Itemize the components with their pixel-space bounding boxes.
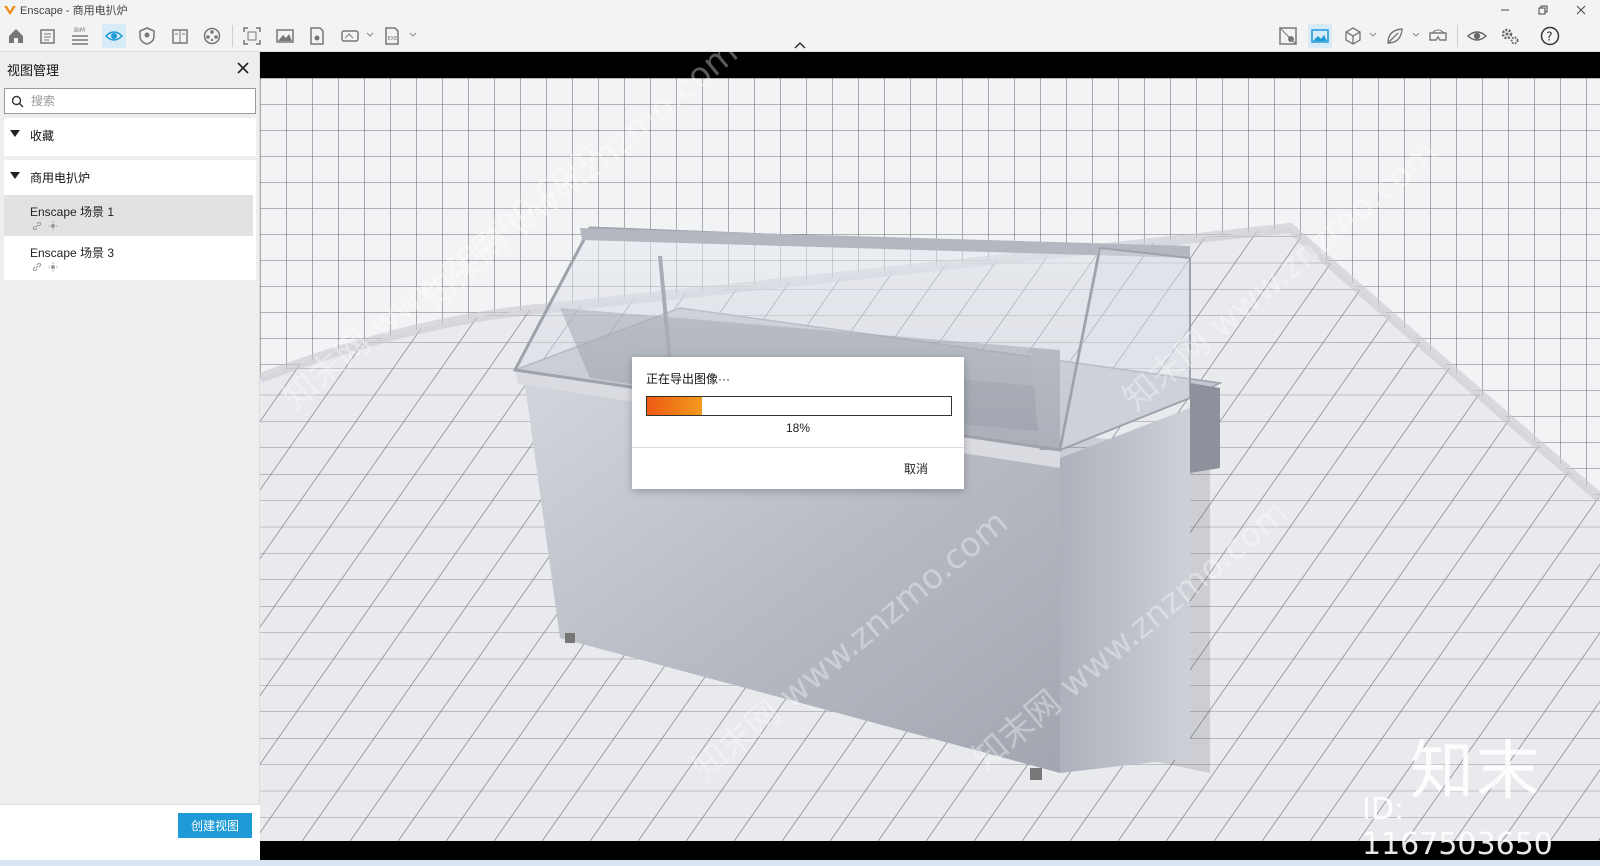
panel-footer: 创建视图 <box>0 804 260 860</box>
toolbar-separator <box>232 25 233 47</box>
minimize-button[interactable] <box>1486 0 1524 19</box>
vr-headset-icon <box>1429 29 1447 41</box>
vr-button[interactable] <box>1426 24 1450 48</box>
close-window-button[interactable] <box>1562 0 1600 19</box>
screenshot-icon <box>243 27 261 45</box>
progress-bar <box>646 396 952 416</box>
toolbar-separator <box>1457 25 1458 47</box>
enscape-logo-icon <box>4 5 16 15</box>
view-item[interactable]: Enscape 场景 3 <box>4 236 253 277</box>
chevron-down-icon[interactable] <box>409 31 417 39</box>
search-box[interactable] <box>4 88 256 114</box>
bim-button[interactable]: BIM <box>68 24 92 48</box>
landscape-icon <box>1311 29 1329 43</box>
view-item[interactable]: Enscape 场景 1 <box>4 195 253 236</box>
export-file-icon <box>310 27 324 45</box>
export-file-button[interactable] <box>305 24 329 48</box>
book-icon <box>172 29 188 44</box>
caret-down-icon <box>10 130 20 137</box>
view-name: Enscape 场景 3 <box>30 246 115 260</box>
help-icon: ? <box>1540 26 1560 46</box>
section-label: 收藏 <box>30 129 55 143</box>
svg-text:EXE: EXE <box>388 36 398 42</box>
chevron-down-icon[interactable] <box>1412 31 1420 39</box>
bottom-strip <box>0 860 1600 866</box>
svg-text:?: ? <box>1546 30 1552 44</box>
panel-header: 视图管理 <box>0 52 260 85</box>
create-view-button[interactable]: 创建视图 <box>178 813 252 838</box>
view-management-panel: 视图管理 收藏 商用电扒炉 Enscape 场景 1 Enscape 场景 3 … <box>0 52 260 860</box>
bim-icon: BIM <box>72 27 88 45</box>
view-name: Enscape 场景 1 <box>30 205 115 219</box>
dialog-title: 正在导出图像··· <box>646 372 730 386</box>
visibility-icon <box>1467 31 1487 41</box>
landscape-button[interactable] <box>1308 24 1332 48</box>
panorama-button[interactable] <box>338 24 362 48</box>
screenshot-button[interactable] <box>240 24 264 48</box>
material-button[interactable] <box>1383 24 1407 48</box>
svg-text:BIM: BIM <box>74 27 85 34</box>
link-icon[interactable] <box>32 221 42 231</box>
search-input[interactable] <box>31 92 251 110</box>
home-button[interactable] <box>4 24 28 48</box>
section-header-project[interactable]: 商用电扒炉 <box>4 160 256 192</box>
reel-icon <box>203 27 221 45</box>
dialog-divider <box>632 447 964 448</box>
image-button[interactable] <box>273 24 297 48</box>
window-title: Enscape - 商用电扒炉 <box>20 4 128 17</box>
section-label: 商用电扒炉 <box>30 171 91 185</box>
help-button[interactable]: ? <box>1538 24 1562 48</box>
link-icon[interactable] <box>32 262 42 272</box>
cancel-button[interactable]: 取消 <box>904 460 928 477</box>
asset-library-button[interactable] <box>1276 24 1300 48</box>
chevron-down-icon[interactable] <box>366 31 374 39</box>
watermark-id: ID: 1167503650 <box>1362 792 1553 862</box>
collapse-toolbar-icon[interactable] <box>793 40 807 50</box>
sun-icon[interactable] <box>48 262 58 272</box>
chevron-down-icon[interactable] <box>1369 31 1377 39</box>
sun-icon[interactable] <box>48 221 58 231</box>
home-icon <box>9 29 23 43</box>
cube-icon <box>1345 27 1361 45</box>
leaf-icon <box>1387 28 1403 44</box>
shield-button[interactable] <box>135 24 159 48</box>
eye-icon <box>105 31 123 41</box>
reel-button[interactable] <box>200 24 224 48</box>
panorama-icon <box>341 30 359 42</box>
restore-button[interactable] <box>1524 0 1562 19</box>
title-bar: Enscape - 商用电扒炉 <box>0 0 1600 19</box>
view-management-button[interactable] <box>102 24 126 48</box>
progress-fill <box>647 397 702 415</box>
settings-button[interactable] <box>1498 24 1522 48</box>
section-favorites: 收藏 <box>4 118 256 156</box>
section-header-favorites[interactable]: 收藏 <box>4 118 256 150</box>
search-icon <box>11 95 24 108</box>
exe-export-button[interactable]: EXE <box>380 24 404 48</box>
book-button[interactable] <box>168 24 192 48</box>
visibility-button[interactable] <box>1465 24 1489 48</box>
shield-icon <box>139 27 155 45</box>
exe-export-icon: EXE <box>385 27 399 45</box>
restore-icon <box>1538 5 1548 14</box>
asset-icon <box>1279 27 1297 45</box>
minimize-icon <box>1501 9 1509 10</box>
panel-title: 视图管理 <box>7 63 60 78</box>
caret-down-icon <box>10 172 20 179</box>
close-icon <box>1576 5 1586 14</box>
image-icon <box>276 29 294 43</box>
progress-percentage: 18% <box>785 421 811 435</box>
document-icon <box>40 29 55 44</box>
document-button[interactable] <box>36 24 60 48</box>
window-controls <box>1486 0 1600 19</box>
settings-icon <box>1501 28 1519 45</box>
cube-button[interactable] <box>1341 24 1365 48</box>
close-panel-icon[interactable] <box>235 60 251 76</box>
